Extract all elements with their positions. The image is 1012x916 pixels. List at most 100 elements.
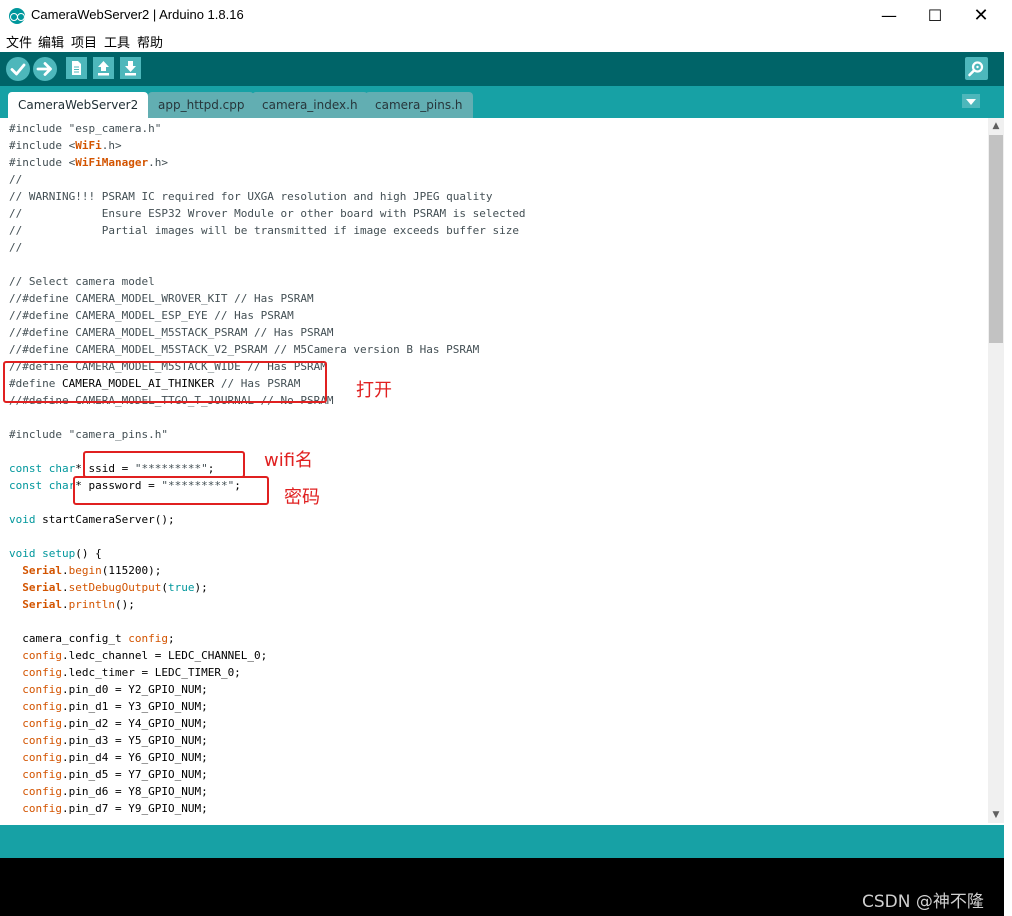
code-token: config [22,785,62,798]
menu-edit[interactable]: 编辑 [38,32,64,51]
upload-icon[interactable] [33,57,57,81]
window-title: CameraWebServer2 | Arduino 1.8.16 [31,7,244,22]
code-token: config [22,734,62,747]
code-line: // [9,239,22,256]
code-token: .pin_d7 = Y9_GPIO_NUM; [62,802,208,815]
code-token: .pin_d4 = Y6_GPIO_NUM; [62,751,208,764]
tab-camera-pins[interactable]: camera_pins.h [365,92,473,118]
tab-camera-index[interactable]: camera_index.h [252,92,368,118]
code-line: //#define CAMERA_MODEL_M5STACK_PSRAM // … [9,324,334,341]
maximize-button[interactable]: ☐ [912,0,958,31]
code-token: config [22,683,62,696]
arduino-logo-icon [9,8,25,24]
code-token: // Select camera model [9,275,155,288]
code-token: .ledc_channel = LEDC_CHANNEL_0; [62,649,268,662]
code-token: char [48,462,76,475]
serial-monitor-icon[interactable] [965,57,988,80]
code-token: config [22,649,62,662]
code-line: config.pin_d1 = Y3_GPIO_NUM; [9,698,207,715]
annotation-password-label: 密码 [284,487,320,508]
code-line: //#define CAMERA_MODEL_M5STACK_V2_PSRAM … [9,341,479,358]
code-token: .ledc_timer = LEDC_TIMER_0; [62,666,241,679]
menu-help[interactable]: 帮助 [137,32,163,51]
code-token: .pin_d0 = Y2_GPIO_NUM; [62,683,208,696]
code-token: println [68,598,115,611]
code-token: "camera_pins.h" [68,428,168,441]
code-token: Serial [22,564,62,577]
code-line: Serial.setDebugOutput(true); [9,579,208,596]
new-sketch-icon[interactable] [66,57,87,79]
minimize-button[interactable]: — [866,0,912,31]
menu-file[interactable]: 文件 [6,32,32,51]
code-line: config.pin_d5 = Y7_GPIO_NUM; [9,766,207,783]
annotation-wifi-name-label: wifi名 [264,450,314,471]
save-sketch-icon[interactable] [120,57,141,79]
code-line: // Ensure ESP32 Wrover Module or other b… [9,205,526,222]
console-output [0,858,1004,916]
scroll-down-arrow-icon[interactable]: ▼ [988,807,1004,823]
code-token: WiFi [75,139,102,152]
vertical-scrollbar[interactable]: ▲ ▼ [988,118,1004,823]
verify-icon[interactable] [6,57,30,81]
annotation-box-camera-model [3,361,327,403]
tab-camerawebserver2[interactable]: CameraWebServer2 [8,92,149,118]
tab-app-httpd[interactable]: app_httpd.cpp [148,92,255,118]
code-token: .pin_d3 = Y5_GPIO_NUM; [62,734,208,747]
code-line: // Partial images will be transmitted if… [9,222,519,239]
code-token: #include < [9,139,76,152]
annotation-open-label: 打开 [356,380,392,401]
code-line: Serial.println(); [9,596,135,613]
code-line: config.ledc_channel = LEDC_CHANNEL_0; [9,647,267,664]
code-token: //#define CAMERA_MODEL_WROVER_KIT // Has… [9,292,314,305]
code-line: config.pin_d3 = Y5_GPIO_NUM; [9,732,208,749]
code-token: ; [167,632,175,645]
menu-tools[interactable]: 工具 [104,32,130,51]
code-line: config.pin_d4 = Y6_GPIO_NUM; [9,749,208,766]
code-token: void [9,513,43,526]
code-token: ); [194,581,208,594]
code-token: #include [9,428,69,441]
code-line: config.ledc_timer = LEDC_TIMER_0; [9,664,241,681]
code-token: void [9,547,43,560]
code-token: config [128,632,168,645]
code-token: config [22,666,62,679]
code-token: .h> [101,139,122,152]
code-token: "esp_camera.h" [68,122,162,135]
open-sketch-icon[interactable] [93,57,114,79]
code-token: .pin_d2 = Y4_GPIO_NUM; [62,717,208,730]
code-token: begin [68,564,102,577]
code-line: config.pin_d2 = Y4_GPIO_NUM; [9,715,208,732]
close-button[interactable]: ✕ [958,0,1004,31]
code-token: Serial [22,581,62,594]
code-token: // Partial images will be transmitted if… [9,224,519,237]
code-token: config [22,802,62,815]
code-token: setDebugOutput [68,581,162,594]
code-line: void setup() { [9,545,102,562]
scroll-thumb[interactable] [989,135,1003,343]
toolbar [0,52,1004,86]
code-token: // [9,241,23,254]
code-token: //#define CAMERA_MODEL_M5STACK_V2_PSRAM … [9,343,480,356]
code-token: .pin_d6 = Y8_GPIO_NUM; [62,785,208,798]
code-token: setup [42,547,76,560]
code-token: // WARNING!!! PSRAM IC required for UXGA… [9,190,493,203]
code-line: #include "esp_camera.h" [9,120,161,137]
menu-bar: 文件 编辑 项目 工具 帮助 [0,31,1012,51]
annotation-box-password [73,476,269,505]
window-border [1004,52,1012,916]
scroll-up-arrow-icon[interactable]: ▲ [988,118,1004,134]
code-line: config.pin_d6 = Y8_GPIO_NUM; [9,783,208,800]
tab-menu-chevron-down-icon[interactable] [962,94,980,108]
menu-sketch[interactable]: 项目 [71,32,97,51]
title-bar: CameraWebServer2 | Arduino 1.8.16 — ☐ ✕ [0,0,1012,31]
